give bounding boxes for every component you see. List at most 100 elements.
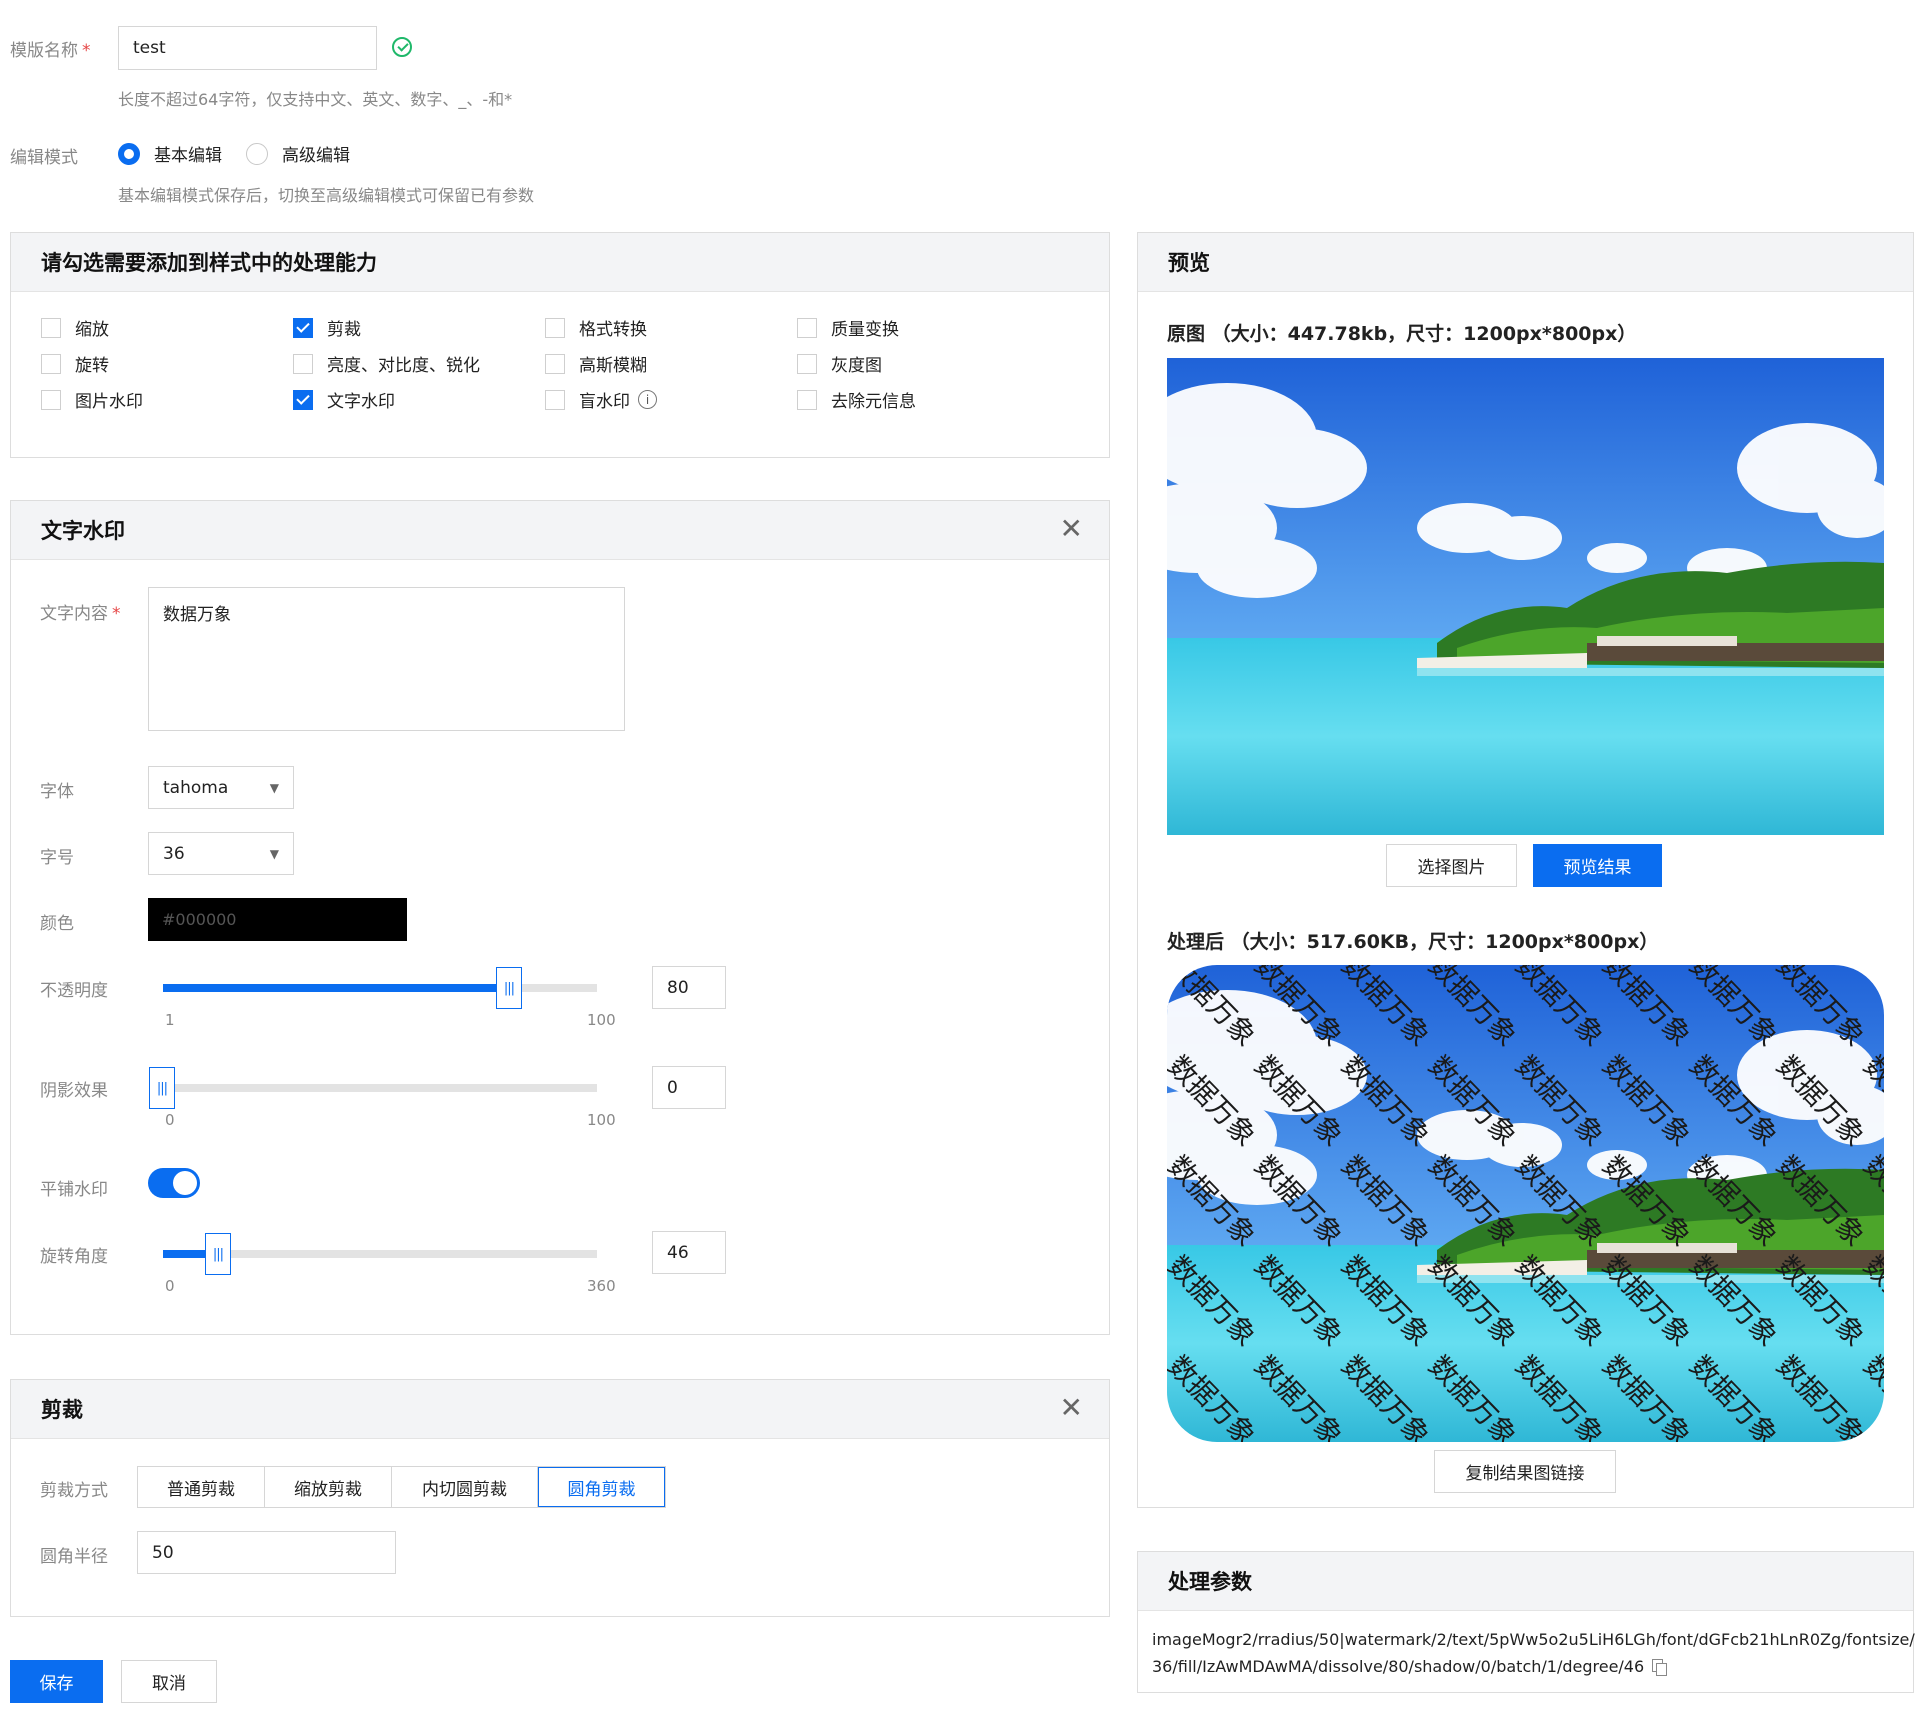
select-image-button[interactable]: 选择图片 xyxy=(1386,844,1517,887)
capability-label: 高斯模糊 xyxy=(579,356,647,376)
radio-unselected-icon xyxy=(246,142,268,165)
capabilities-title: 请勾选需要添加到样式中的处理能力 xyxy=(11,233,1109,292)
chevron-down-icon: ▼ xyxy=(269,846,279,861)
capability-checkbox[interactable]: 质量变换 xyxy=(797,315,899,340)
edit-mode-hint: 基本编辑模式保存后，切换至高级编辑模式可保留已有参数 xyxy=(118,186,535,205)
color-picker[interactable]: #000000 xyxy=(148,898,407,941)
capability-checkbox[interactable]: 文字水印 xyxy=(293,387,395,412)
font-size-select[interactable]: 36 ▼ xyxy=(148,832,294,875)
font-size-label: 字号 xyxy=(40,848,74,868)
checkbox-checked-icon xyxy=(293,317,313,338)
capability-checkbox[interactable]: 去除元信息 xyxy=(797,387,916,412)
capability-checkbox[interactable]: 缩放 xyxy=(41,315,109,340)
rotate-slider[interactable]: ||| xyxy=(163,1233,597,1275)
info-icon[interactable]: i xyxy=(638,390,657,409)
text-content-textarea[interactable]: 数据万象 xyxy=(148,587,625,731)
tile-watermark-toggle[interactable] xyxy=(148,1168,200,1198)
params-panel: 处理参数 imageMogr2/rradius/50|watermark/2/t… xyxy=(1137,1551,1915,1693)
capability-checkbox[interactable]: 剪裁 xyxy=(293,315,361,340)
watermark-text: 数据万象 xyxy=(1248,1149,1350,1253)
capability-label: 质量变换 xyxy=(831,320,899,340)
capability-checkbox[interactable]: 高斯模糊 xyxy=(545,351,647,376)
watermark-text: 数据万象 xyxy=(1167,1349,1263,1442)
capability-label: 图片水印 xyxy=(75,392,143,412)
color-value: #000000 xyxy=(162,910,237,929)
capability-label: 剪裁 xyxy=(327,320,361,340)
capability-checkbox[interactable]: 亮度、对比度、锐化 xyxy=(293,351,480,376)
font-select[interactable]: tahoma ▼ xyxy=(148,766,294,809)
processed-caption: 处理后 （大小：517.60KB，尺寸：1200px*800px） xyxy=(1167,931,1659,953)
preview-result-button[interactable]: 预览结果 xyxy=(1533,844,1662,887)
crop-mode-scale[interactable]: 缩放剪裁 xyxy=(265,1467,392,1507)
watermark-text: 数据万象 xyxy=(1509,1149,1611,1253)
checkbox-unchecked-icon xyxy=(545,353,565,374)
template-name-input[interactable]: test xyxy=(118,26,377,70)
checkbox-unchecked-icon xyxy=(797,353,817,374)
watermark-text: 数据万象 xyxy=(1335,1249,1437,1353)
checkbox-unchecked-icon xyxy=(545,317,565,338)
shadow-slider[interactable]: ||| xyxy=(149,1067,597,1109)
watermark-text: 数据万象 xyxy=(1335,965,1437,1053)
template-name-hint: 长度不超过64字符，仅支持中文、英文、数字、_、-和* xyxy=(118,90,513,109)
watermark-text: 数据万象 xyxy=(1422,965,1524,1053)
opacity-slider[interactable]: ||| xyxy=(163,967,597,1009)
crop-mode-rounded[interactable]: 圆角剪裁 xyxy=(538,1467,665,1507)
capability-label: 灰度图 xyxy=(831,356,882,376)
close-crop-icon[interactable]: ✕ xyxy=(1060,1394,1083,1422)
watermark-text: 数据万象 xyxy=(1509,1249,1611,1353)
shadow-input[interactable]: 0 xyxy=(652,1066,726,1109)
copy-icon[interactable] xyxy=(1652,1658,1668,1676)
preview-title: 预览 xyxy=(1138,233,1913,292)
color-label: 颜色 xyxy=(40,914,74,934)
rotate-input[interactable]: 46 xyxy=(652,1231,726,1274)
watermark-text: 数据万象 xyxy=(1248,1049,1350,1153)
watermark-text: 数据万象 xyxy=(1596,1049,1698,1153)
shadow-slider-handle[interactable]: ||| xyxy=(149,1067,175,1109)
capability-checkbox[interactable]: 格式转换 xyxy=(545,315,647,340)
rotate-slider-handle[interactable]: ||| xyxy=(205,1233,231,1275)
text-watermark-title: 文字水印 xyxy=(11,501,1109,560)
capability-checkbox[interactable]: 旋转 xyxy=(41,351,109,376)
font-value: tahoma xyxy=(163,777,229,798)
cancel-button[interactable]: 取消 xyxy=(121,1660,217,1703)
crop-mode-segmented: 普通剪裁 缩放剪裁 内切圆剪裁 圆角剪裁 xyxy=(137,1466,666,1508)
shadow-max: 100 xyxy=(587,1111,616,1129)
checkbox-unchecked-icon xyxy=(293,353,313,374)
opacity-slider-fill xyxy=(163,984,509,992)
capability-label: 旋转 xyxy=(75,356,109,376)
watermark-text: 数据万象 xyxy=(1770,965,1872,1053)
check-circle-icon xyxy=(392,37,412,57)
font-label: 字体 xyxy=(40,782,74,802)
save-button[interactable]: 保存 xyxy=(10,1660,103,1703)
params-line-2: 36/fill/IzAwMDAwMA/dissolve/80/shadow/0/… xyxy=(1152,1657,1645,1676)
shadow-label: 阴影效果 xyxy=(40,1081,108,1101)
processed-image: 数据万象 数据万象 数据万象 数据万象 数据万象 数据万象 数据万象 数据万象 数据万象 数据万象… xyxy=(1167,965,1884,1442)
rotate-min: 0 xyxy=(165,1277,175,1295)
watermark-text: 数据万象 xyxy=(1248,1249,1350,1353)
rotate-value: 46 xyxy=(667,1242,689,1263)
watermark-text: 数据万象 xyxy=(1683,1149,1785,1253)
checkbox-unchecked-icon xyxy=(41,353,61,374)
radio-advanced-edit[interactable]: 高级编辑 xyxy=(246,141,350,166)
copy-link-button[interactable]: 复制结果图链接 xyxy=(1434,1450,1616,1493)
template-name-value: test xyxy=(133,38,166,58)
capability-checkbox[interactable]: 灰度图 xyxy=(797,351,882,376)
corner-radius-input[interactable]: 50 xyxy=(137,1531,396,1574)
capability-checkbox[interactable]: 盲水印 i xyxy=(545,387,657,412)
corner-radius-value: 50 xyxy=(152,1542,174,1563)
radio-basic-edit[interactable]: 基本编辑 xyxy=(118,141,222,166)
template-name-label: 模版名称 * xyxy=(10,41,91,61)
capability-label: 去除元信息 xyxy=(831,392,916,412)
opacity-label: 不透明度 xyxy=(40,981,108,1001)
text-watermark-panel: 文字水印 ✕ 文字内容 * 数据万象 字体 tahoma ▼ 字号 36 ▼ 颜色… xyxy=(10,500,1110,1335)
capability-checkbox[interactable]: 图片水印 xyxy=(41,387,143,412)
crop-mode-circle[interactable]: 内切圆剪裁 xyxy=(392,1467,538,1507)
crop-mode-normal[interactable]: 普通剪裁 xyxy=(138,1467,265,1507)
params-text: imageMogr2/rradius/50|watermark/2/text/5… xyxy=(1152,1626,1915,1680)
opacity-input[interactable]: 80 xyxy=(652,966,726,1009)
capability-label: 文字水印 xyxy=(327,392,395,412)
close-watermark-icon[interactable]: ✕ xyxy=(1060,515,1083,543)
checkbox-unchecked-icon xyxy=(41,317,61,338)
opacity-slider-handle[interactable]: ||| xyxy=(496,967,522,1009)
preview-panel: 预览 原图 （大小：447.78kb，尺寸：1200px*800px） 选择图片… xyxy=(1137,232,1914,1508)
